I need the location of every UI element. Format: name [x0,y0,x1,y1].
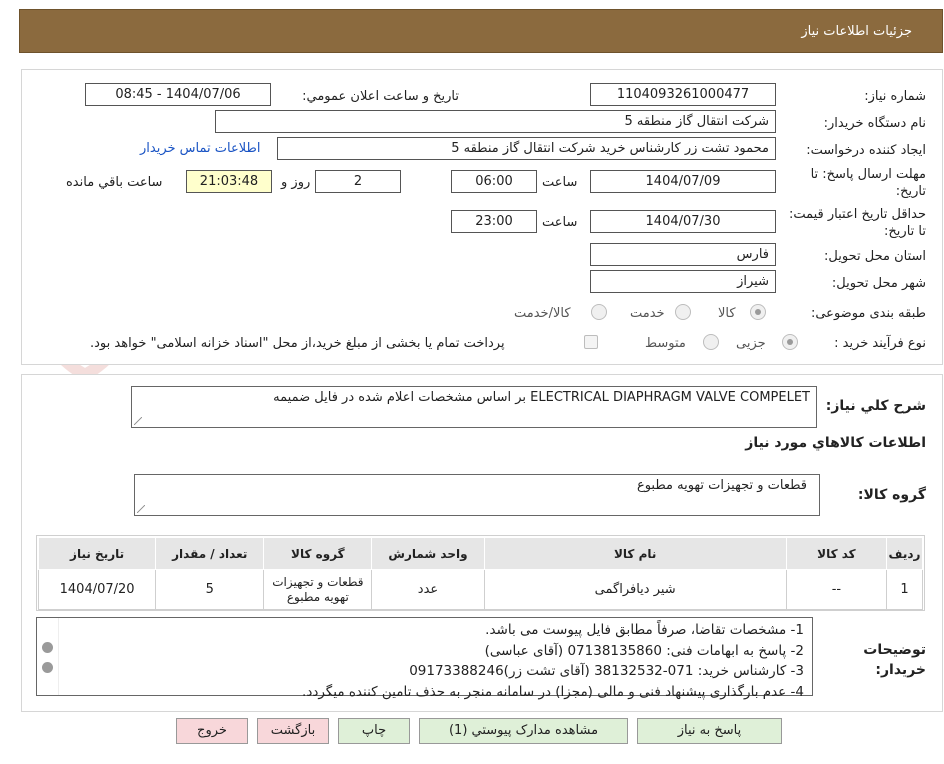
summary-textarea[interactable]: ELECTRICAL DIAPHRAGM VALVE COMPELET بر ا… [131,386,817,428]
payment-note: پرداخت تمام یا بخشی از مبلغ خرید،از محل … [90,336,505,351]
city-field: شیراز [590,270,776,293]
category-option-goods: کالا [718,306,736,321]
table-row: 1 -- شیر دیافراگمی عدد قطعات و تجهیزات ت… [37,569,924,610]
announce-label: تاریخ و ساعت اعلان عمومي: [302,89,459,104]
view-attachments-button[interactable]: مشاهده مدارک پیوستي (1) [419,718,628,744]
cell-row: 1 [885,569,924,610]
note-line: 1- مشخصات تقاضا، صرفاً مطابق فایل پیوست … [485,622,804,638]
cell-group: قطعات و تجهیزات تهویه مطبوع [263,569,373,610]
goods-group-label: گروه کالا: [857,487,926,503]
col-code: کد کالا [785,537,887,570]
items-table: رديف کد کالا نام کالا واحد شمارش گروه کا… [37,537,924,610]
goods-info-title: اطلاعات کالاهاي مورد نياز [745,435,926,451]
deadline-label: مهلت ارسال پاسخ: تا تاریخ: [810,167,926,199]
category-radio-service[interactable] [675,304,691,320]
page-title: جزئیات اطلاعات نیاز [801,24,912,39]
deadline-date-field: 1404/07/09 [590,170,776,193]
note-line: 2- پاسخ به ابهامات فنی: 07138135860 (آقا… [484,642,804,659]
print-button[interactable]: چاپ [338,718,410,744]
back-button[interactable]: بازگشت [257,718,329,744]
reply-button[interactable]: پاسخ به نیاز [637,718,782,744]
page-header: جزئیات اطلاعات نیاز [19,9,943,53]
process-radio-minor[interactable] [782,334,798,350]
cell-unit: عدد [371,569,485,610]
deadline-time-label: ساعت [542,175,578,190]
col-unit: واحد شمارش [371,537,485,570]
remaining-label: ساعت باقي مانده [66,175,163,190]
announce-datetime-field: 1404/07/06 - 08:45 [85,83,271,106]
goods-group-textarea[interactable]: قطعات و تجهیزات تهویه مطبوع [134,474,820,516]
treasury-payment-checkbox[interactable] [584,335,598,349]
province-field: فارس [590,243,776,266]
cell-name: شیر دیافراگمی [483,569,787,610]
goods-group-text: قطعات و تجهیزات تهویه مطبوع [636,478,807,493]
days-label: روز و [281,175,311,190]
need-number-field: 1104093261000477 [590,83,776,106]
col-group: گروه کالا [263,537,373,570]
remaining-time-field: 21:03:48 [186,170,272,193]
exit-button[interactable]: خروج [176,718,248,744]
category-label: طبقه بندی موضوعی: [810,306,926,321]
cell-code: -- [785,569,887,610]
requester-label: ایجاد کننده درخواست: [806,143,926,158]
need-number-label: شماره نیاز: [864,89,926,104]
items-table-header: رديف کد کالا نام کالا واحد شمارش گروه کا… [37,537,924,570]
process-radio-medium[interactable] [703,334,719,350]
process-option-minor: جزیی [736,336,766,351]
summary-text: ELECTRICAL DIAPHRAGM VALVE COMPELET بر ا… [273,390,810,405]
scroll-down-icon[interactable] [42,662,53,673]
col-need-date: تاریخ نیاز [37,537,157,570]
resize-handle-icon[interactable] [134,417,142,425]
cell-quantity: 5 [155,569,265,610]
notes-scrollbar[interactable] [37,618,59,695]
category-option-service: خدمت [630,306,665,321]
requester-field: محمود تشت زر کارشناس خرید شرکت انتقال گا… [277,137,776,160]
city-label: شهر محل تحویل: [831,276,926,291]
process-option-medium: متوسط [645,336,686,351]
category-radio-goods[interactable] [750,304,766,320]
summary-label: شرح کلي نياز: [825,398,926,414]
col-quantity: تعداد / مقدار [155,537,265,570]
validity-label: حداقل تاريخ اعتبار قيمت: تا تاريخ: [788,207,926,239]
cell-need-date: 1404/07/20 [37,569,157,610]
validity-date-field: 1404/07/30 [590,210,776,233]
scroll-up-icon[interactable] [42,642,53,653]
col-row: رديف [885,537,924,570]
notes-label: توضیحات خریدار: [863,642,926,678]
buyer-notes-box[interactable]: 1- مشخصات تقاضا، صرفاً مطابق فایل پیوست … [36,617,813,700]
validity-time-field: 23:00 [451,210,537,233]
buyer-org-label: نام دستگاه خریدار: [823,116,926,131]
validity-time-label: ساعت [542,215,578,230]
buyer-org-field: شرکت انتقال گاز منطقه 5 [215,110,776,133]
deadline-time-field: 06:00 [451,170,537,193]
process-label: نوع فرآیند خرید : [834,336,926,351]
note-line: 4- عدم بارگذاری پیشنهاد فنی و مالی (مجزا… [302,683,804,700]
buyer-contact-link[interactable]: اطلاعات تماس خریدار [140,141,260,156]
note-line: 3- کارشناس خرید: 071-38132532 (آقای تشت … [409,663,804,679]
resize-handle-icon[interactable] [137,505,145,513]
col-name: نام کالا [483,537,787,570]
province-label: استان محل تحویل: [824,249,926,264]
days-remaining-field: 2 [315,170,401,193]
category-radio-goods-service[interactable] [591,304,607,320]
category-option-goods-service: کالا/خدمت [514,306,571,321]
